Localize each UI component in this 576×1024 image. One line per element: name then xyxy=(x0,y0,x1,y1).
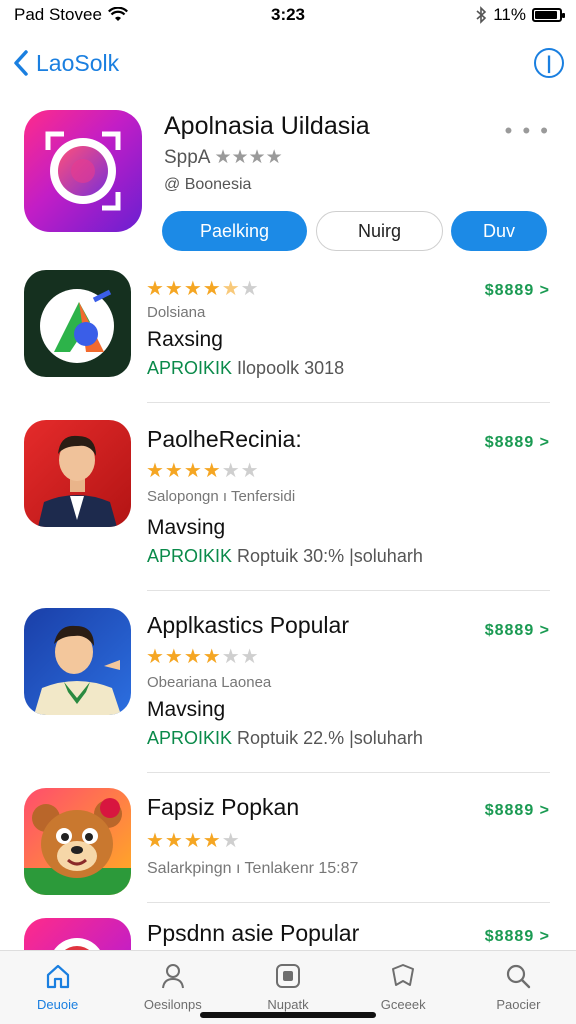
app-icon xyxy=(24,608,131,715)
carrier-label: Pad Stovee xyxy=(14,5,102,24)
app-icon xyxy=(24,788,131,895)
back-label: LaoSolk xyxy=(36,49,120,76)
app-title: Applkastics Popular xyxy=(147,612,349,638)
more-options-icon[interactable]: • • • xyxy=(505,118,550,144)
price-label[interactable]: $8889 > xyxy=(485,928,550,946)
get-button[interactable]: Duv xyxy=(451,211,547,251)
status-right: 11% xyxy=(362,5,565,25)
status-left: Pad Stovee xyxy=(14,5,214,25)
person-avatar-icon xyxy=(38,435,117,527)
tab-home[interactable]: Deuoie xyxy=(0,951,115,1024)
featured-app-subtitle: SppA ★★★★ xyxy=(164,146,283,169)
list-item[interactable]: ★★★★★★ $8889 > Dolsiana Raxsing APROIKIK… xyxy=(0,266,576,406)
rating-stars: ★★★★★★ xyxy=(146,646,260,668)
back-button[interactable]: LaoSolk xyxy=(12,49,119,77)
tab-search[interactable]: Paocier xyxy=(461,951,576,1024)
rating-stars: ★★★★★ xyxy=(146,830,241,852)
app-subtitle: Mavsing xyxy=(147,698,226,721)
app-category: Salopongn ı Tenfersidi xyxy=(147,488,296,505)
app-meta-text: Ilopoolk 3018 xyxy=(237,358,345,378)
app-title: Fapsiz Popkan xyxy=(147,794,300,820)
cartoon-character-icon xyxy=(34,625,121,715)
info-icon: | xyxy=(546,52,552,73)
clock: 3:23 xyxy=(270,5,306,24)
app-meta-tag: APROIKIK xyxy=(147,728,233,748)
rating-stars: ★★★★★★ xyxy=(146,460,260,482)
tab-bar: Deuoie Oesilonps Nupatk Gceeek Paocier xyxy=(0,950,576,1024)
app-meta: APROIKIK Roptuik 22.% |soluharh xyxy=(147,728,423,749)
app-subtitle: Raxsing xyxy=(147,328,223,351)
wifi-icon xyxy=(107,7,128,21)
list-item[interactable]: Ppsdnn asie Popular $8889 > xyxy=(0,914,576,958)
app-meta: APROIKIK Roptuik 30:% |soluharh xyxy=(147,546,423,567)
chevron-left-icon xyxy=(14,50,28,76)
bluetooth-icon xyxy=(476,6,487,24)
featured-app-stars: ★★★★ xyxy=(214,147,283,168)
triangle-logo-icon xyxy=(40,289,114,363)
search-icon xyxy=(507,964,531,989)
tab-label: Paocier xyxy=(496,997,541,1012)
app-title: Ppsdnn asie Popular xyxy=(147,920,360,946)
featured-app-title: Apolnasia Uildasia xyxy=(164,112,370,140)
nav-bar: LaoSolk | xyxy=(0,40,576,86)
camera-ring-icon xyxy=(45,131,121,211)
app-category: Salarkpingn ı Tenlakenr 15:87 xyxy=(147,860,359,877)
list-item[interactable]: Fapsiz Popkan $8889 > ★★★★★ Salarkpingn … xyxy=(0,784,576,906)
app-icon xyxy=(24,270,131,377)
app-meta: APROIKIK Ilopoolk 3018 xyxy=(147,358,344,379)
app-title: PaolheRecinia: xyxy=(147,426,302,452)
tab-label: Oesilonps xyxy=(143,997,202,1012)
bear-mascot-icon xyxy=(24,798,131,895)
tab-label: Nupatk xyxy=(267,997,309,1012)
featured-app-subtitle-text: SppA xyxy=(164,146,211,168)
tab-label: Gceeek xyxy=(380,997,426,1012)
tab-label: Deuoie xyxy=(37,997,79,1012)
divider xyxy=(147,402,550,403)
price-label[interactable]: $8889 > xyxy=(485,622,550,640)
heart-tag-icon xyxy=(392,964,415,986)
divider xyxy=(147,772,550,773)
price-label[interactable]: $8889 > xyxy=(485,802,550,820)
featured-app: Apolnasia Uildasia • • • SppA ★★★★ @ Boo… xyxy=(24,104,554,264)
list-item[interactable]: PaolheRecinia: $8889 > ★★★★★★ Salopongn … xyxy=(0,416,576,592)
app-meta-tag: APROIKIK xyxy=(147,358,233,378)
rating-stars: ★★★★★★ xyxy=(146,278,260,300)
store-icon xyxy=(276,964,300,988)
list-item[interactable]: Applkastics Popular $8889 > ★★★★★★ Obear… xyxy=(0,604,576,776)
price-label[interactable]: $8889 > xyxy=(485,434,550,452)
info-button[interactable]: | xyxy=(534,48,564,78)
status-bar: Pad Stovee 3:23 11% xyxy=(0,0,576,30)
person-icon xyxy=(161,964,184,989)
divider xyxy=(147,590,550,591)
app-meta-text: Roptuik 22.% |soluharh xyxy=(237,728,423,748)
app-subtitle: Mavsing xyxy=(147,516,226,539)
secondary-action-button[interactable]: Nuirg xyxy=(316,211,443,251)
featured-app-meta: @ Boonesia xyxy=(164,176,252,193)
home-icon xyxy=(46,964,69,989)
price-label[interactable]: $8889 > xyxy=(485,282,550,300)
featured-app-icon[interactable] xyxy=(24,110,142,232)
app-meta-tag: APROIKIK xyxy=(147,546,233,566)
battery-percent: 11% xyxy=(493,5,526,24)
home-indicator[interactable] xyxy=(200,1012,376,1018)
app-icon xyxy=(24,420,131,527)
app-category: Dolsiana xyxy=(147,304,206,321)
app-category: Obeariana Laonea xyxy=(147,674,272,691)
divider xyxy=(147,902,550,903)
primary-action-button[interactable]: Paelking xyxy=(162,211,307,251)
app-meta-text: Roptuik 30:% |soluharh xyxy=(237,546,423,566)
battery-icon xyxy=(532,8,565,22)
